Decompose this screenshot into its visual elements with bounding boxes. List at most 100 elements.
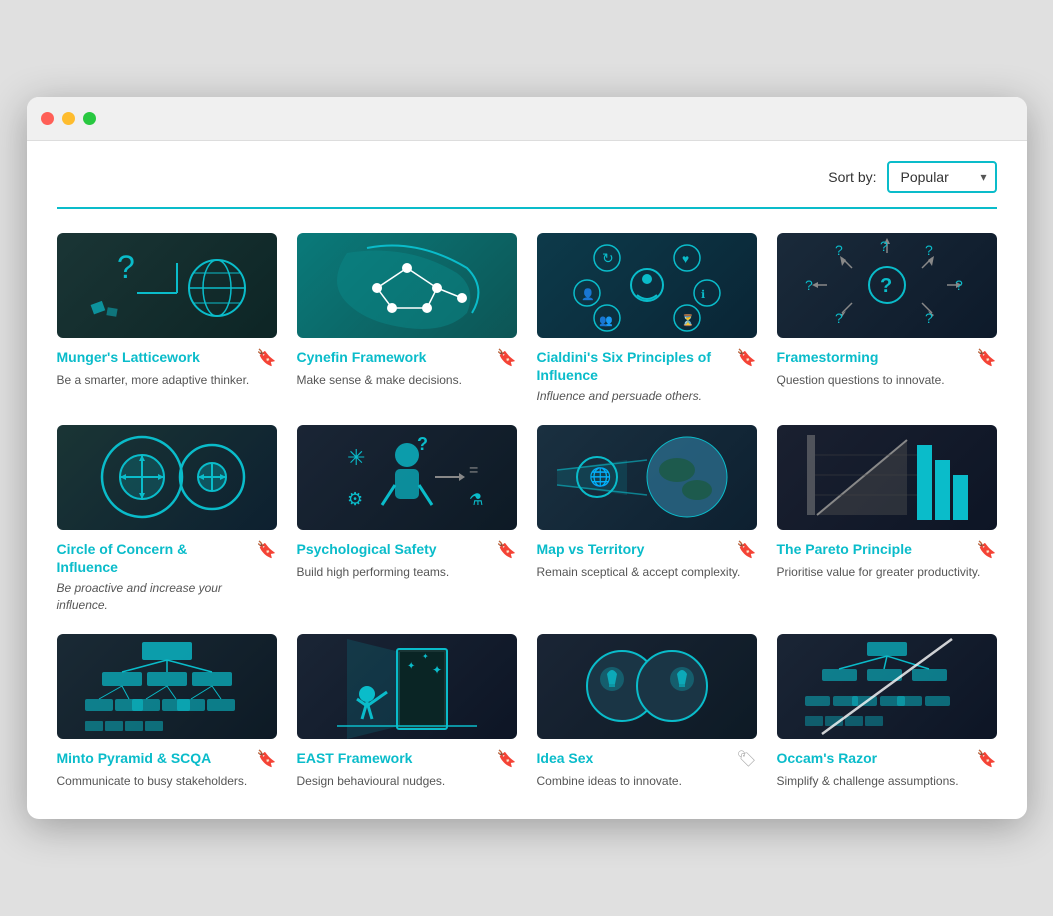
svg-text:✦: ✦ (407, 661, 415, 672)
sort-select[interactable]: Popular Newest A-Z (887, 161, 997, 193)
close-button[interactable] (41, 112, 54, 125)
svg-text:?: ? (117, 249, 135, 285)
card-desc-east: Design behavioural nudges. (297, 773, 517, 790)
bookmark-icon-east[interactable]: 🔖 (497, 749, 517, 769)
bookmark-icon-munger[interactable]: 🔖 (257, 348, 277, 368)
svg-text:?: ? (880, 275, 892, 297)
svg-text:👤: 👤 (581, 288, 595, 301)
svg-text:↻: ↻ (602, 250, 614, 266)
svg-text:⚙: ⚙ (347, 489, 363, 509)
card-header-pareto: The Pareto Principle 🔖 (777, 540, 997, 560)
card-image-ideasex (537, 634, 757, 739)
card-image-east: ✦ ✦ ✦ (297, 634, 517, 739)
svg-text:⏳: ⏳ (681, 314, 695, 327)
bookmark-icon-cynefin[interactable]: 🔖 (497, 348, 517, 368)
svg-text:👥: 👥 (599, 315, 613, 327)
card-title-framestorming: Framestorming (777, 348, 971, 366)
card-header-minto: Minto Pyramid & SCQA 🔖 (57, 749, 277, 769)
sort-wrapper: Popular Newest A-Z ▾ (887, 161, 997, 193)
card-framestorming[interactable]: ? (777, 233, 997, 405)
card-psychological[interactable]: ✳ ? = ⚙ (297, 425, 517, 614)
svg-text:✦: ✦ (422, 652, 429, 661)
card-desc-framestorming: Question questions to innovate. (777, 372, 997, 389)
bookmark-icon-cialdini[interactable]: 🔖 (737, 348, 757, 368)
card-header-east: EAST Framework 🔖 (297, 749, 517, 769)
card-minto[interactable]: Minto Pyramid & SCQA 🔖 Communicate to bu… (57, 634, 277, 790)
card-title-minto: Minto Pyramid & SCQA (57, 749, 251, 767)
card-header-occam: Occam's Razor 🔖 (777, 749, 997, 769)
bookmark-icon-psychological[interactable]: 🔖 (497, 540, 517, 560)
card-header-framestorming: Framestorming 🔖 (777, 348, 997, 368)
card-image-minto (57, 634, 277, 739)
card-cynefin[interactable]: Cynefin Framework 🔖 Make sense & make de… (297, 233, 517, 405)
card-east[interactable]: ✦ ✦ ✦ EAST Framework 🔖 Design behavioura… (297, 634, 517, 790)
card-image-psychological: ✳ ? = ⚙ (297, 425, 517, 530)
svg-text:🌐: 🌐 (589, 466, 611, 487)
card-desc-cialdini: Influence and persuade others. (537, 388, 757, 405)
card-munger[interactable]: ? Munger's Lattice (57, 233, 277, 405)
card-title-circle: Circle of Concern & Influence (57, 540, 251, 576)
bookmark-icon-pareto[interactable]: 🔖 (977, 540, 997, 560)
card-occam[interactable]: Occam's Razor 🔖 Simplify & challenge ass… (777, 634, 997, 790)
card-cialdini[interactable]: ↻ ♥ 👤 ℹ 👥 ⏳ Cialdini's Six Princip (537, 233, 757, 405)
card-title-psychological: Psychological Safety (297, 540, 491, 558)
svg-text:?: ? (925, 242, 933, 258)
card-header-cialdini: Cialdini's Six Principles of Influence 🔖 (537, 348, 757, 384)
card-title-cynefin: Cynefin Framework (297, 348, 491, 366)
card-title-east: EAST Framework (297, 749, 491, 767)
card-image-occam (777, 634, 997, 739)
bookmark-icon-ideasex[interactable]: 🏷 (736, 749, 756, 769)
card-desc-ideasex: Combine ideas to innovate. (537, 773, 757, 790)
svg-text:?: ? (835, 242, 843, 258)
maximize-button[interactable] (83, 112, 96, 125)
svg-text:ℹ: ℹ (701, 289, 705, 301)
card-image-pareto (777, 425, 997, 530)
bookmark-icon-minto[interactable]: 🔖 (257, 749, 277, 769)
card-ideasex[interactable]: Idea Sex 🏷 Combine ideas to innovate. (537, 634, 757, 790)
svg-text:?: ? (805, 277, 813, 293)
card-image-cialdini: ↻ ♥ 👤 ℹ 👥 ⏳ (537, 233, 757, 338)
card-header-map: Map vs Territory 🔖 (537, 540, 757, 560)
card-title-occam: Occam's Razor (777, 749, 971, 767)
card-title-cialdini: Cialdini's Six Principles of Influence (537, 348, 731, 384)
card-title-ideasex: Idea Sex (537, 749, 731, 767)
svg-text:✳: ✳ (347, 445, 365, 470)
bookmark-icon-map[interactable]: 🔖 (737, 540, 757, 560)
card-header-ideasex: Idea Sex 🏷 (537, 749, 757, 769)
minimize-button[interactable] (62, 112, 75, 125)
bookmark-icon-circle[interactable]: 🔖 (257, 540, 277, 560)
sort-label: Sort by: (828, 169, 876, 185)
svg-text:✦: ✦ (432, 663, 442, 677)
card-desc-cynefin: Make sense & make decisions. (297, 372, 517, 389)
svg-text:=: = (469, 462, 478, 479)
card-header-psychological: Psychological Safety 🔖 (297, 540, 517, 560)
card-header-munger: Munger's Latticework 🔖 (57, 348, 277, 368)
card-image-map: 🌐 (537, 425, 757, 530)
cards-grid: ? Munger's Lattice (57, 233, 997, 790)
svg-text:?: ? (417, 434, 428, 454)
card-title-pareto: The Pareto Principle (777, 540, 971, 558)
svg-text:?: ? (925, 310, 933, 326)
bookmark-icon-framestorming[interactable]: 🔖 (977, 348, 997, 368)
svg-text:?: ? (835, 310, 843, 326)
svg-text:♥: ♥ (682, 252, 689, 266)
card-pareto[interactable]: The Pareto Principle 🔖 Prioritise value … (777, 425, 997, 614)
card-desc-occam: Simplify & challenge assumptions. (777, 773, 997, 790)
svg-text:⚗: ⚗ (469, 492, 483, 509)
toolbar: Sort by: Popular Newest A-Z ▾ (57, 161, 997, 193)
card-desc-map: Remain sceptical & accept complexity. (537, 564, 757, 581)
card-title-map: Map vs Territory (537, 540, 731, 558)
card-desc-munger: Be a smarter, more adaptive thinker. (57, 372, 277, 389)
card-desc-psychological: Build high performing teams. (297, 564, 517, 581)
card-image-framestorming: ? (777, 233, 997, 338)
card-circle[interactable]: Circle of Concern & Influence 🔖 Be proac… (57, 425, 277, 614)
bookmark-icon-occam[interactable]: 🔖 (977, 749, 997, 769)
divider (57, 207, 997, 209)
svg-text:?: ? (955, 277, 963, 293)
svg-text:?: ? (880, 238, 888, 254)
card-header-cynefin: Cynefin Framework 🔖 (297, 348, 517, 368)
card-desc-pareto: Prioritise value for greater productivit… (777, 564, 997, 581)
card-map[interactable]: 🌐 Map vs Territory 🔖 Remain sceptical & … (537, 425, 757, 614)
card-header-circle: Circle of Concern & Influence 🔖 (57, 540, 277, 576)
app-window: Sort by: Popular Newest A-Z ▾ ? (27, 97, 1027, 820)
